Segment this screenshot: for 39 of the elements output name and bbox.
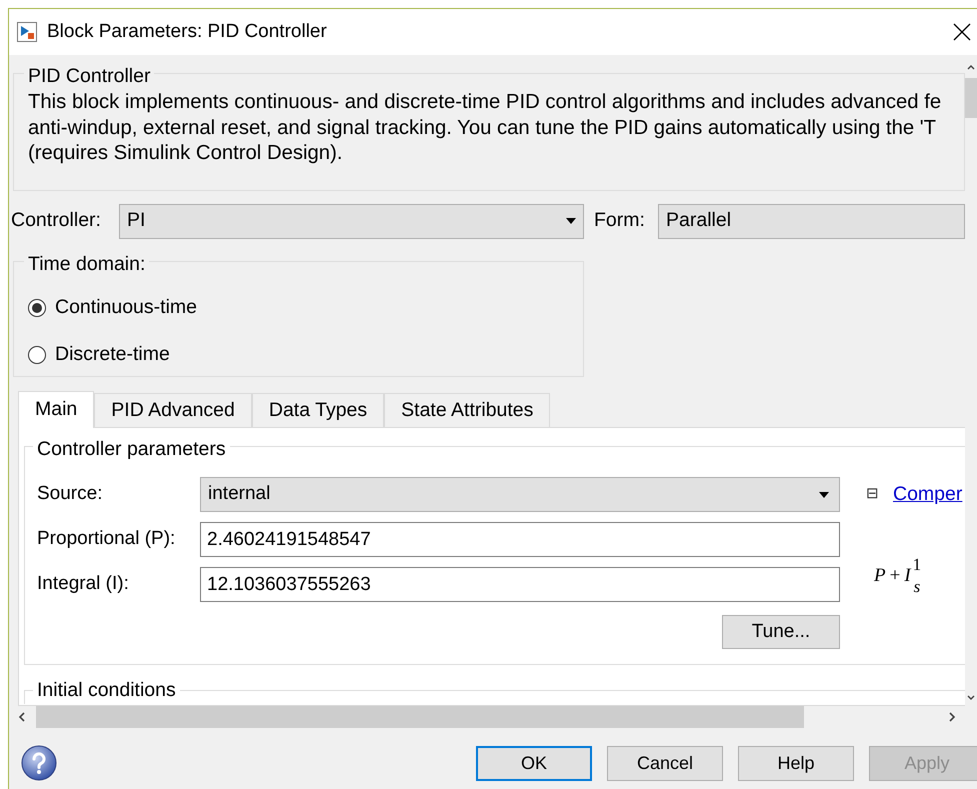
description-text: (requires Simulink Control Design).	[28, 141, 342, 166]
form-label: Form:	[594, 208, 646, 234]
tab[interactable]: Main	[18, 391, 94, 428]
dialog-button[interactable]: OK	[476, 746, 592, 780]
scroll-down-icon[interactable]	[967, 695, 975, 701]
collapse-toggle[interactable]: ⊟	[866, 483, 879, 506]
scroll-left-icon[interactable]	[18, 712, 26, 722]
dropdown-caret-icon	[566, 218, 576, 224]
block-icon	[17, 22, 37, 42]
window-title: Block Parameters: PID Controller	[47, 20, 327, 44]
parameter-label: Proportional (P):	[37, 527, 176, 552]
source-dropdown[interactable]: internal	[200, 477, 840, 512]
description-text: anti-windup, external reset, and signal tracking. You can tune the PID gains automatically using the 'T	[28, 116, 936, 140]
radio-option[interactable]: Continuous-time	[28, 293, 569, 322]
dropdown-caret-icon	[819, 492, 829, 498]
radio-option[interactable]: Discrete-time	[28, 340, 569, 370]
help-icon[interactable]	[21, 745, 57, 781]
scroll-thumb[interactable]	[36, 706, 804, 728]
radio-button[interactable]	[28, 298, 46, 317]
scroll-thumb[interactable]	[965, 78, 977, 118]
tab[interactable]: Data Types	[252, 393, 384, 427]
close-icon[interactable]	[953, 23, 971, 41]
description-text: This block implements continuous- and discrete-time PID control algorithms and includes advanced fe	[28, 90, 942, 115]
scroll-right-icon[interactable]	[948, 712, 956, 722]
tune-button[interactable]: Tune...	[722, 615, 840, 649]
controller-label: Controller:	[11, 208, 102, 234]
tab[interactable]: State Attributes	[384, 393, 550, 427]
parameter-input[interactable]: 12.1036037555263	[200, 567, 840, 602]
parameter-input[interactable]: 2.46024191548547	[200, 522, 840, 557]
radio-button[interactable]	[28, 346, 46, 364]
dialog-button[interactable]: Help	[738, 746, 854, 780]
source-label: Source:	[37, 482, 104, 506]
dialog-button[interactable]: Cancel	[607, 746, 723, 780]
tab[interactable]: PID Advanced	[94, 393, 252, 427]
controller-dropdown[interactable]: PI	[119, 204, 584, 238]
form-field[interactable]: Parallel	[658, 204, 965, 238]
parameter-label: Integral (I):	[37, 572, 130, 596]
compensator-link[interactable]: Comper	[893, 480, 962, 510]
scroll-up-icon[interactable]	[967, 64, 975, 70]
